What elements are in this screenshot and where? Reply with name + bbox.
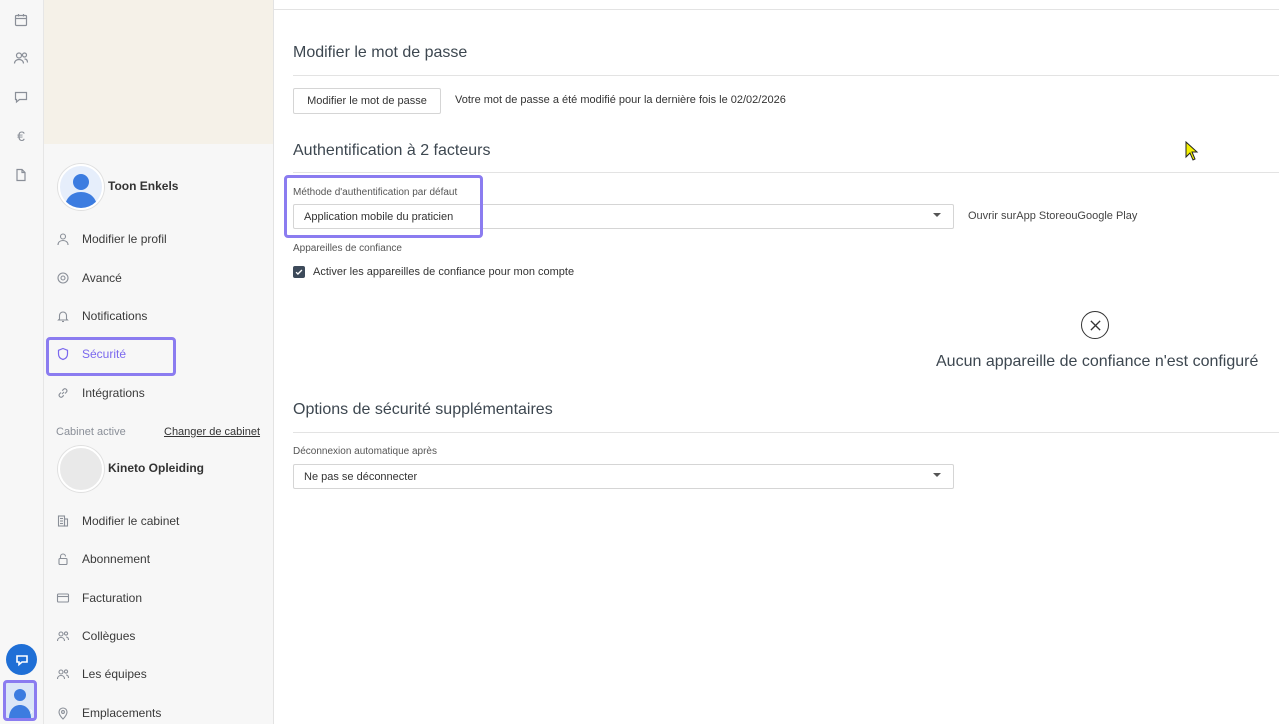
lock-icon (56, 552, 70, 566)
sidebar-item-label: Collègues (82, 629, 136, 643)
sidebar-item-label: Emplacements (82, 706, 162, 720)
sidebar-item-label: Modifier le profil (82, 232, 167, 246)
settings-sidebar: Toon Enkels Modifier le profil Avancé No… (44, 0, 274, 724)
user-icon (56, 232, 70, 246)
no-trusted-devices-text: Aucun appareille de confiance n'est conf… (936, 353, 1259, 370)
mouse-cursor-icon (1185, 141, 1199, 161)
sidebar-item-label: Modifier le cabinet (82, 514, 180, 528)
dropdown-caret-icon (933, 213, 941, 217)
profile-avatar[interactable] (58, 164, 104, 210)
document-icon[interactable] (13, 167, 29, 183)
chat-support-button[interactable] (6, 644, 37, 675)
divider (293, 432, 1279, 433)
auto-logout-value: Ne pas se déconnecter (304, 471, 418, 483)
sidebar-item-label: Avancé (82, 271, 122, 285)
gear-icon (56, 271, 70, 285)
app-store-links[interactable]: Ouvrir surApp StoreouGoogle Play (968, 210, 1137, 222)
cabinet-name: Kineto Opleiding (108, 461, 204, 475)
sidebar-item-label: Les équipes (82, 667, 147, 681)
sidebar-item-label: Notifications (82, 309, 148, 323)
trusted-devices-label: Appareilles de confiance (293, 243, 402, 254)
sidebar-item-advanced[interactable]: Avancé (56, 266, 256, 290)
header-divider (273, 9, 1279, 10)
messages-icon[interactable] (13, 89, 29, 105)
chevron-right-icon: › (29, 706, 33, 717)
dropdown-caret-icon (933, 473, 941, 477)
trusted-devices-checkbox-label[interactable]: Activer les appareilles de confiance pou… (313, 266, 574, 278)
check-icon (295, 269, 303, 275)
extra-security-section-title: Options de sécurité supplémentaires (293, 401, 553, 418)
sidebar-item-colleagues[interactable]: Collègues (56, 624, 256, 648)
sidebar-item-locations[interactable]: Emplacements (56, 701, 256, 725)
password-section-title: Modifier le mot de passe (293, 44, 468, 61)
link-icon (56, 386, 70, 400)
profile-name: Toon Enkels (108, 179, 179, 193)
sidebar-item-label: Abonnement (82, 552, 151, 566)
auto-logout-select[interactable]: Ne pas se déconnecter (293, 464, 954, 489)
auth-method-highlight (284, 175, 483, 238)
credit-card-icon (56, 591, 70, 605)
team-icon (56, 667, 70, 681)
sidebar-item-billing[interactable]: Facturation (56, 586, 256, 610)
twofa-section-title: Authentification à 2 facteurs (293, 142, 491, 159)
sidebar-item-edit-cabinet[interactable]: Modifier le cabinet (56, 509, 256, 533)
map-pin-icon (56, 706, 70, 720)
chat-icon (15, 654, 28, 666)
cabinet-label: Cabinet active (56, 426, 126, 438)
sidebar-item-subscription[interactable]: Abonnement (56, 547, 256, 571)
building-icon (56, 514, 70, 528)
sidebar-item-teams[interactable]: Les équipes (56, 662, 256, 686)
account-menu-button[interactable]: › (3, 680, 37, 721)
password-last-changed-text: Votre mot de passe a été modifié pour la… (455, 94, 786, 106)
trusted-devices-checkbox[interactable] (293, 266, 305, 278)
profile-banner (44, 0, 273, 144)
sidebar-item-notifications[interactable]: Notifications (56, 304, 256, 328)
euro-icon[interactable]: € (13, 128, 29, 144)
sidebar-item-integrations[interactable]: Intégrations (56, 381, 256, 405)
calendar-icon[interactable] (13, 12, 29, 28)
close-circle-icon (1081, 311, 1109, 339)
patients-icon[interactable] (13, 50, 29, 66)
sidebar-item-label: Facturation (82, 591, 143, 605)
bell-icon (56, 309, 70, 323)
users-icon (56, 629, 70, 643)
sidebar-item-profile[interactable]: Modifier le profil (56, 227, 256, 251)
change-cabinet-link[interactable]: Changer de cabinet (164, 426, 260, 438)
divider (293, 75, 1279, 76)
auto-logout-label: Déconnexion automatique après (293, 446, 437, 457)
divider (293, 172, 1279, 173)
cabinet-avatar[interactable] (58, 446, 104, 492)
security-highlight (46, 337, 176, 376)
sidebar-item-label: Intégrations (82, 386, 145, 400)
app-icon-rail: € › (0, 0, 44, 724)
change-password-button[interactable]: Modifier le mot de passe (293, 88, 441, 114)
